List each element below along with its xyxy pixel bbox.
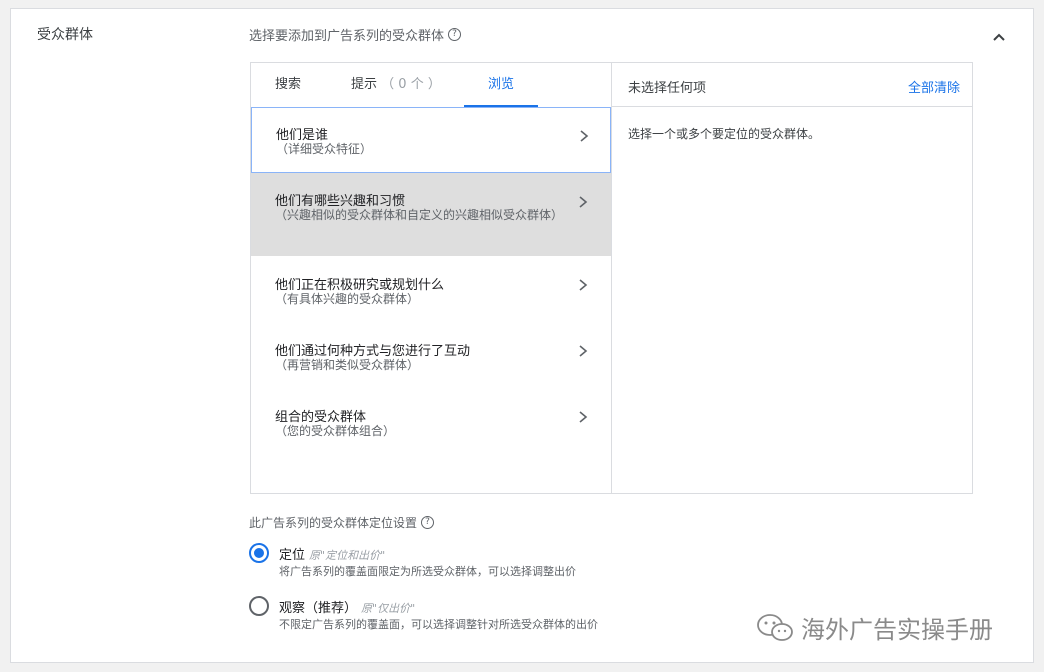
option-original-name: 原"定位和出价" xyxy=(309,549,386,562)
question-row: 选择要添加到广告系列的受众群体 ? xyxy=(249,25,462,44)
browse-item-combined[interactable]: 组合的受众群体 （您的受众群体组合） xyxy=(251,388,611,454)
option-observation-desc: 不限定广告系列的覆盖面，可以选择调整针对所选受众群体的出价 xyxy=(279,618,598,631)
chevron-right-icon xyxy=(579,196,588,208)
selection-header: 未选择任何项 全部清除 xyxy=(612,63,972,107)
tab-hint-count: （ 0 个 ） xyxy=(381,77,441,92)
audience-card: 受众群体 选择要添加到广告系列的受众群体 ? 搜索 提示 （ 0 个 ） 浏览 … xyxy=(10,8,1034,663)
radio-targeting[interactable] xyxy=(249,543,269,563)
help-icon[interactable]: ? xyxy=(448,28,462,41)
option-title-text: 观察（推荐） xyxy=(279,601,358,616)
browse-item-interests[interactable]: 他们有哪些兴趣和习惯 （兴趣相似的受众群体和自定义的兴趣相似受众群体） xyxy=(251,173,611,256)
tab-bar: 搜索 提示 （ 0 个 ） 浏览 xyxy=(251,63,611,107)
option-observation-title: 观察（推荐） 原"仅出价" xyxy=(279,597,415,616)
tab-hint-label: 提示 xyxy=(351,77,378,92)
selection-empty-message: 选择一个或多个要定位的受众群体。 xyxy=(628,127,821,141)
chevron-right-icon xyxy=(579,345,588,357)
option-title-text: 定位 xyxy=(279,548,306,563)
browse-pane: 搜索 提示 （ 0 个 ） 浏览 他们是谁 （详细受众特征） 他们有哪些兴趣和习… xyxy=(251,63,612,493)
tab-search[interactable]: 搜索 xyxy=(275,63,301,107)
audience-panel: 搜索 提示 （ 0 个 ） 浏览 他们是谁 （详细受众特征） 他们有哪些兴趣和习… xyxy=(250,62,973,494)
wechat-icon xyxy=(757,613,793,641)
tab-browse[interactable]: 浏览 xyxy=(464,63,538,107)
chevron-up-icon[interactable] xyxy=(989,27,1009,47)
browse-item-subtitle: （您的受众群体组合） xyxy=(275,424,396,438)
chevron-right-icon xyxy=(580,130,589,142)
option-original-name: 原"仅出价" xyxy=(361,602,416,615)
question-text: 选择要添加到广告系列的受众群体 xyxy=(249,29,445,44)
browse-item-subtitle: （有具体兴趣的受众群体） xyxy=(275,292,420,306)
chevron-right-icon xyxy=(579,411,588,423)
section-title: 受众群体 xyxy=(37,27,93,43)
none-selected-label: 未选择任何项 xyxy=(628,81,707,96)
help-icon[interactable]: ? xyxy=(421,516,435,529)
browse-item-subtitle: （详细受众特征） xyxy=(276,142,373,156)
option-targeting-title: 定位 原"定位和出价" xyxy=(279,544,385,563)
radio-observation[interactable] xyxy=(249,596,269,616)
targeting-settings-label: 此广告系列的受众群体定位设置 ? xyxy=(249,514,435,531)
browse-item-who[interactable]: 他们是谁 （详细受众特征） xyxy=(251,107,611,173)
tab-browse-label: 浏览 xyxy=(487,77,514,92)
browse-item-interactions[interactable]: 他们通过何种方式与您进行了互动 （再营销和类似受众群体） xyxy=(251,322,611,388)
browse-item-research[interactable]: 他们正在积极研究或规划什么 （有具体兴趣的受众群体） xyxy=(251,256,611,322)
tab-hint[interactable]: 提示 （ 0 个 ） xyxy=(351,63,441,107)
clear-all-button[interactable]: 全部清除 xyxy=(908,77,960,96)
watermark-text: 海外广告实操手册 xyxy=(801,616,993,644)
option-targeting-desc: 将广告系列的覆盖面限定为所选受众群体，可以选择调整出价 xyxy=(279,565,576,578)
watermark: 海外广告实操手册 xyxy=(755,610,993,645)
targeting-settings-text: 此广告系列的受众群体定位设置 xyxy=(249,516,418,530)
browse-item-subtitle: （再营销和类似受众群体） xyxy=(275,358,420,372)
chevron-right-icon xyxy=(579,279,588,291)
browse-item-subtitle: （兴趣相似的受众群体和自定义的兴趣相似受众群体） xyxy=(275,208,564,222)
selection-pane: 未选择任何项 全部清除 选择一个或多个要定位的受众群体。 xyxy=(612,63,972,493)
